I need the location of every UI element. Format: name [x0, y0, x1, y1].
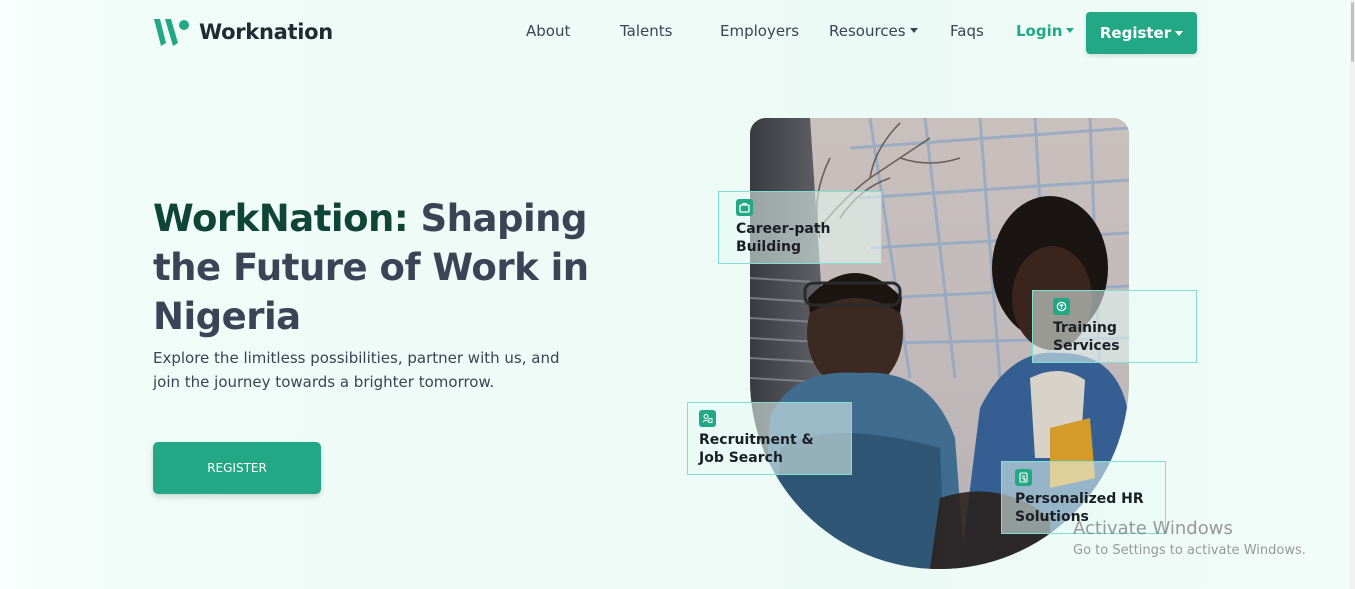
training-icon — [1053, 298, 1070, 315]
nav-resources-label: Resources — [829, 22, 906, 40]
nav-login-label: Login — [1016, 22, 1063, 40]
chevron-down-icon — [909, 28, 918, 33]
nav-employers[interactable]: Employers — [720, 22, 799, 40]
chevron-down-icon — [1175, 30, 1184, 36]
document-icon — [1015, 469, 1032, 486]
feature-card-training: Training Services — [1032, 290, 1197, 363]
chevron-down-icon — [1066, 28, 1075, 33]
register-dropdown-button[interactable]: Register — [1086, 12, 1197, 54]
feature-card-career-path: Career-path Building — [718, 191, 882, 264]
feature-label: Training Services — [1053, 320, 1120, 354]
hero-register-button[interactable]: REGISTER — [153, 442, 321, 494]
feature-label: Recruitment & Job Search — [699, 432, 814, 466]
activate-windows-subtitle: Go to Settings to activate Windows. — [1073, 543, 1306, 558]
brand-name: Worknation — [199, 20, 333, 44]
hero-title: WorkNation: Shaping the Future of Work i… — [153, 194, 593, 341]
top-navbar: Worknation About Talents Employers Resou… — [0, 0, 1350, 66]
brand-logo[interactable]: Worknation — [153, 16, 333, 48]
feature-card-recruitment: Recruitment & Job Search — [687, 402, 852, 475]
nav-talents[interactable]: Talents — [620, 22, 672, 40]
nav-login-dropdown[interactable]: Login — [1016, 22, 1075, 40]
scrollbar[interactable] — [1350, 0, 1355, 589]
feature-label: Career-path Building — [736, 221, 831, 255]
nav-about[interactable]: About — [526, 22, 570, 40]
hero-subtitle: Explore the limitless possibilities, par… — [153, 349, 560, 391]
activate-windows-title: Activate Windows — [1073, 518, 1233, 539]
register-button-label: Register — [1099, 24, 1172, 42]
hero-title-accent: WorkNation: — [153, 197, 409, 240]
worknation-logo-icon — [154, 19, 189, 46]
recruitment-icon — [699, 410, 716, 427]
briefcase-icon — [736, 199, 753, 216]
nav-resources-dropdown[interactable]: Resources — [829, 22, 918, 40]
nav-faqs[interactable]: Faqs — [950, 22, 984, 40]
scrollbar-thumb[interactable] — [1351, 2, 1354, 62]
